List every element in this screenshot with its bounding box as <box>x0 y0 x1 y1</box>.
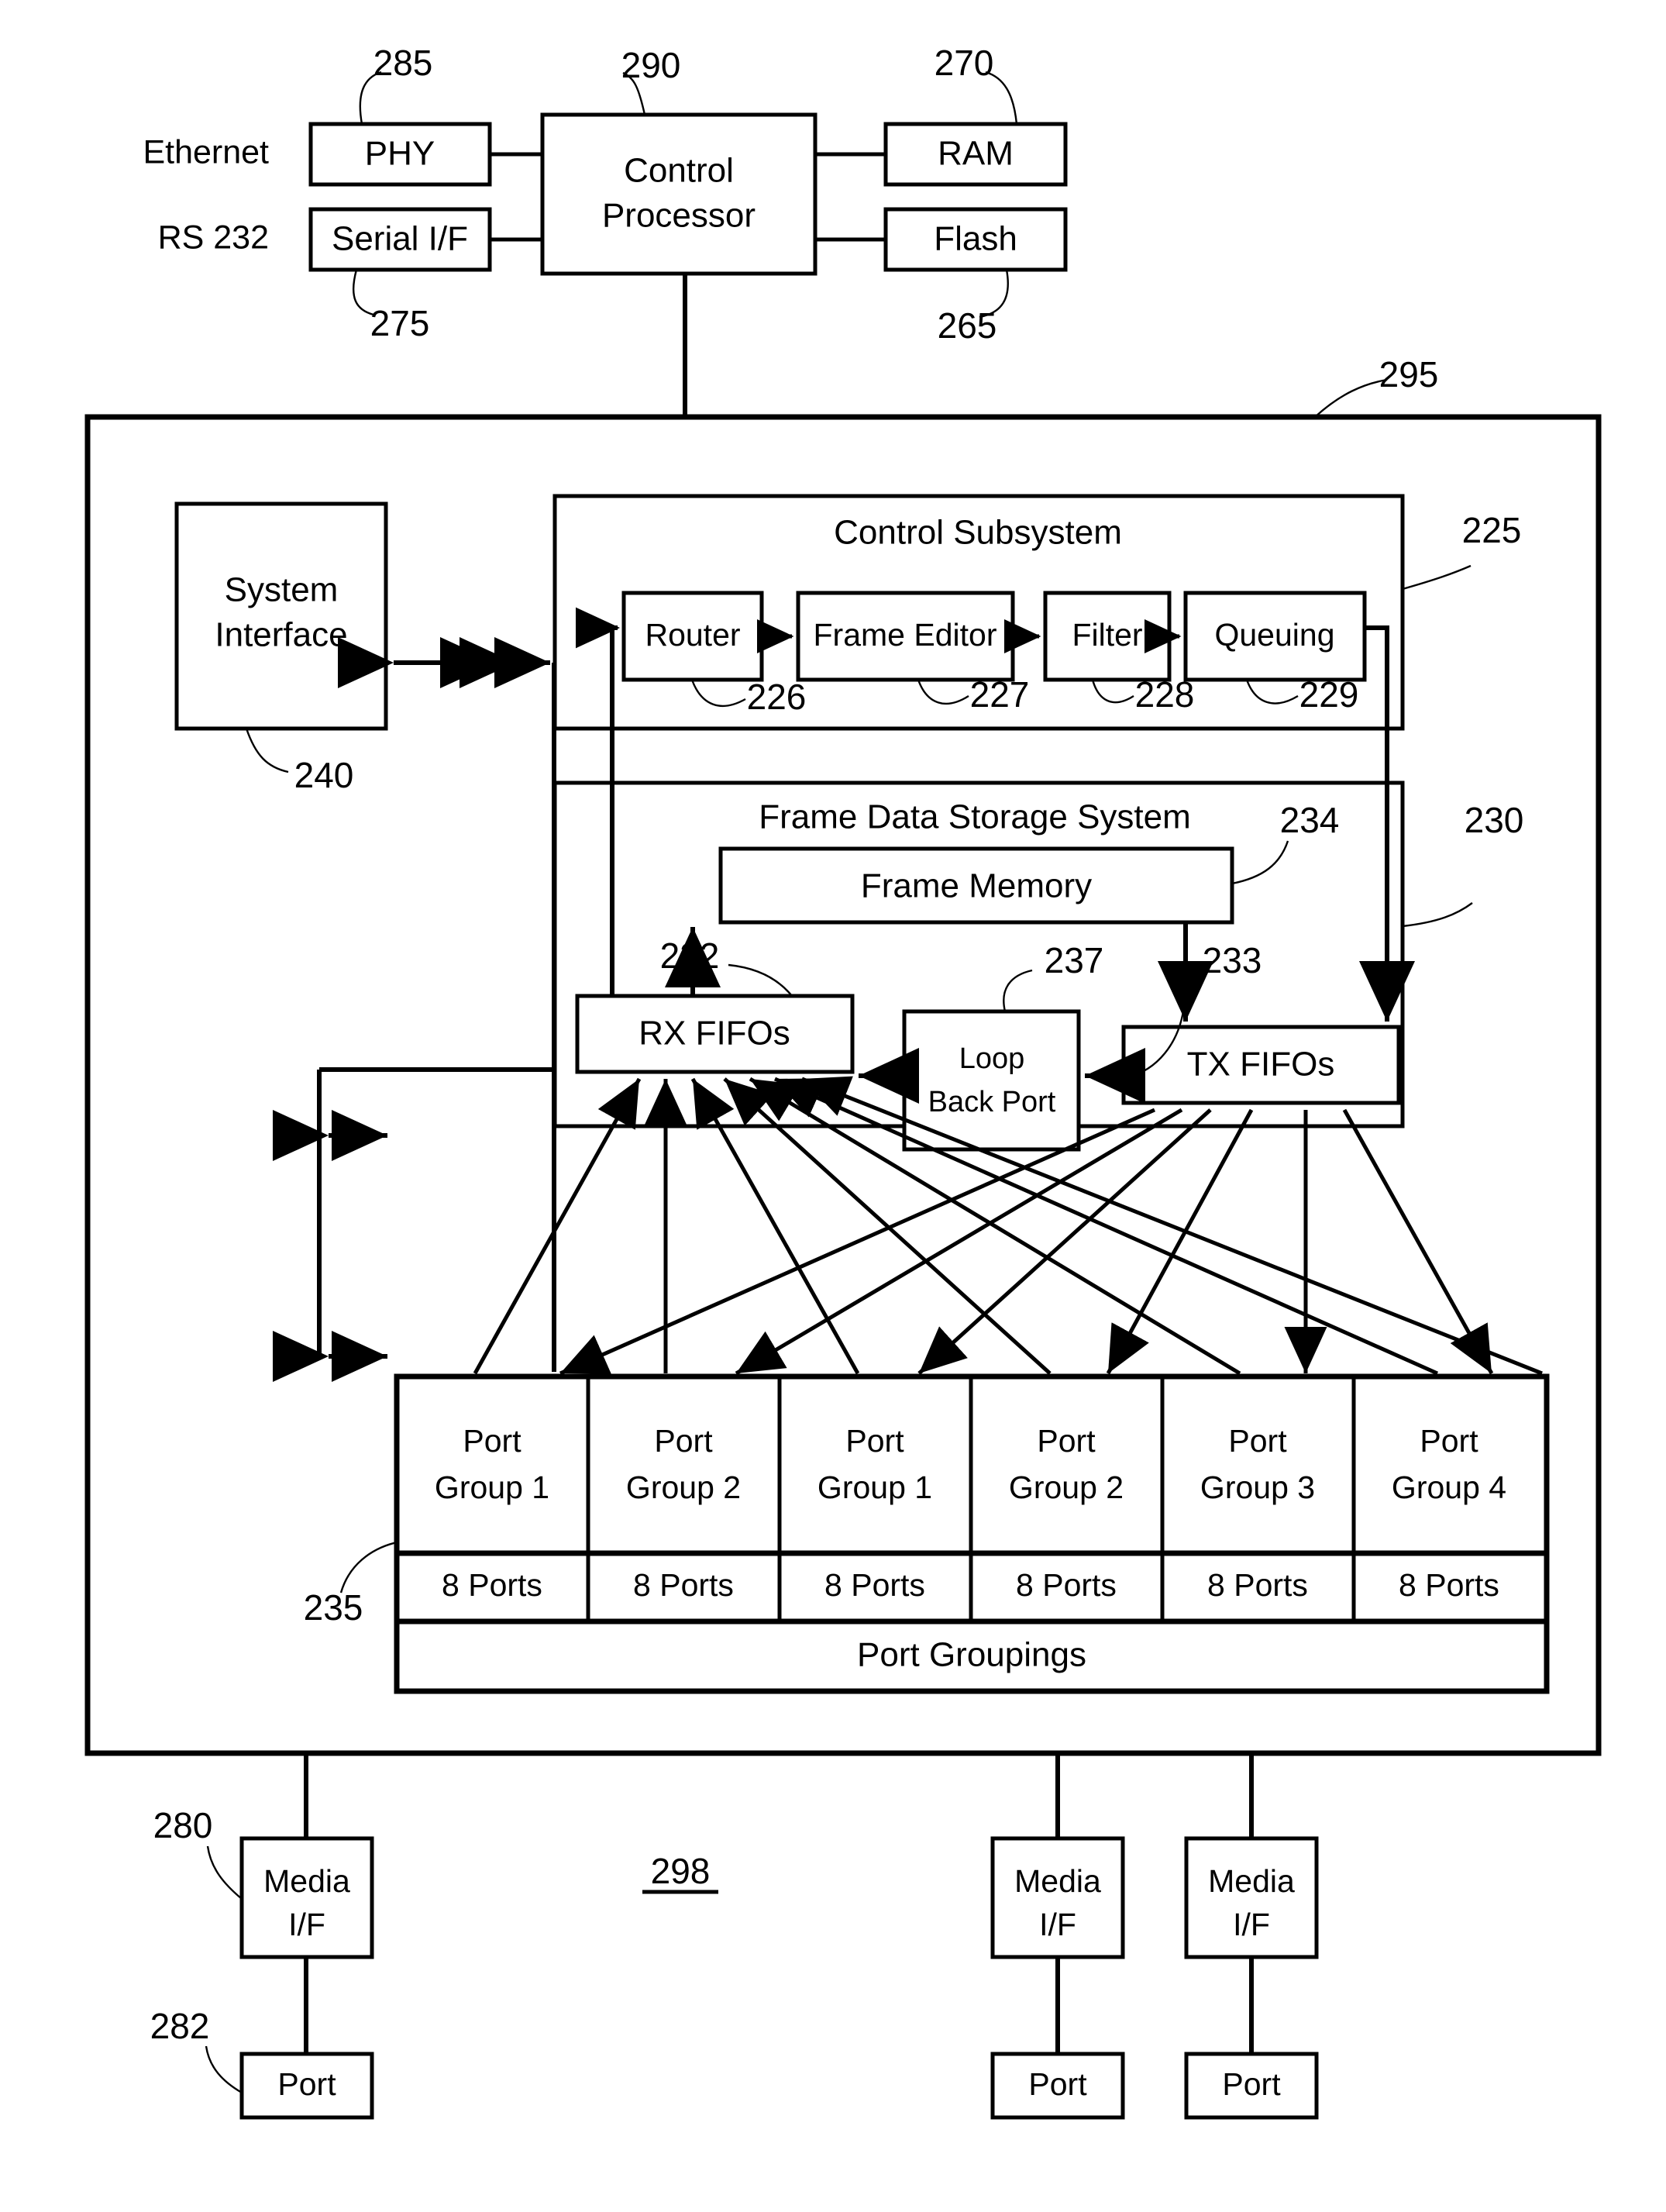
media-if-1-label-line2: I/F <box>288 1907 325 1942</box>
port-group-col-4-name-line1: Port <box>1037 1423 1096 1459</box>
ref-240: 240 <box>294 755 354 795</box>
ref-237: 237 <box>1045 940 1104 980</box>
port-group-col-1-name-line1: Port <box>463 1423 521 1459</box>
port-group-col-1-name-line2: Group 1 <box>435 1469 549 1505</box>
port-group-col-6-ports: 8 Ports <box>1399 1567 1499 1603</box>
ref-233: 233 <box>1203 940 1262 980</box>
port-group-col-3-name-line2: Group 1 <box>818 1469 932 1505</box>
media-if-2-label-line1: Media <box>1014 1863 1101 1899</box>
port-3-label: Port <box>1222 2066 1281 2102</box>
media-if-1-label-line1: Media <box>263 1863 350 1899</box>
ref-285: 285 <box>373 43 433 83</box>
ref-280: 280 <box>153 1805 213 1845</box>
ref-228: 228 <box>1135 674 1195 715</box>
tx-fifos-label: TX FIFOs <box>1187 1046 1335 1084</box>
figure-canvas: Ethernet RS 232 PHY Serial I/F Control P… <box>0 0 1666 2212</box>
ref-270: 270 <box>935 43 994 83</box>
media-if-2-label-line2: I/F <box>1039 1907 1076 1942</box>
router-label: Router <box>645 617 740 653</box>
port-group-col-1-ports: 8 Ports <box>442 1567 542 1603</box>
label-ethernet: Ethernet <box>143 133 269 171</box>
frame-data-storage-title: Frame Data Storage System <box>759 798 1191 836</box>
control-processor-label-line1: Control <box>624 152 734 190</box>
flash-block-label: Flash <box>934 220 1017 258</box>
ref-226: 226 <box>747 677 807 717</box>
ref-235: 235 <box>304 1587 363 1628</box>
port-group-col-5-ports: 8 Ports <box>1207 1567 1308 1603</box>
media-if-3-label-line1: Media <box>1208 1863 1295 1899</box>
block-diagram-svg: Ethernet RS 232 PHY Serial I/F Control P… <box>84 43 1602 2120</box>
ref-225: 225 <box>1462 510 1522 550</box>
port-group-col-3-name-line1: Port <box>845 1423 904 1459</box>
control-processor-label-line2: Processor <box>602 197 756 235</box>
loop-back-port-label-line1: Loop <box>959 1042 1025 1075</box>
port-group-col-4-ports: 8 Ports <box>1016 1567 1117 1603</box>
port-1-label: Port <box>277 2066 336 2102</box>
frame-editor-label: Frame Editor <box>814 617 997 653</box>
ref-227: 227 <box>970 674 1030 715</box>
port-group-col-3-ports: 8 Ports <box>824 1567 925 1603</box>
ram-block-label: RAM <box>938 135 1014 173</box>
ref-234: 234 <box>1280 800 1340 840</box>
port-group-col-6-name-line1: Port <box>1420 1423 1478 1459</box>
port-2-label: Port <box>1028 2066 1087 2102</box>
queuing-label: Queuing <box>1214 617 1334 653</box>
port-group-col-5-name-line1: Port <box>1228 1423 1287 1459</box>
port-group-col-2-name-line2: Group 2 <box>626 1469 741 1505</box>
filter-label: Filter <box>1072 617 1142 653</box>
figure-number-298: 298 <box>651 1851 711 1891</box>
ref-230: 230 <box>1465 800 1524 840</box>
port-group-col-4-name-line2: Group 2 <box>1009 1469 1124 1505</box>
phy-block-label: PHY <box>365 135 435 173</box>
ref-282: 282 <box>150 2006 210 2046</box>
label-rs232: RS 232 <box>158 219 269 256</box>
ref-275: 275 <box>370 303 430 343</box>
ref-290: 290 <box>621 45 681 85</box>
port-group-col-6-name-line2: Group 4 <box>1392 1469 1506 1505</box>
ref-229: 229 <box>1299 674 1359 715</box>
loop-back-port-label-line2: Back Port <box>928 1086 1056 1118</box>
port-group-col-2-name-line1: Port <box>654 1423 713 1459</box>
ref-232: 232 <box>660 935 720 976</box>
ref-265: 265 <box>938 305 997 346</box>
ref-295: 295 <box>1379 354 1439 395</box>
system-interface-label-line1: System <box>225 571 339 609</box>
system-interface-label-line2: Interface <box>215 616 347 654</box>
port-group-col-5-name-line2: Group 3 <box>1200 1469 1315 1505</box>
control-subsystem-title: Control Subsystem <box>834 514 1122 552</box>
serial-if-block-label: Serial I/F <box>332 220 468 258</box>
port-group-col-2-ports: 8 Ports <box>633 1567 734 1603</box>
media-if-3-label-line2: I/F <box>1233 1907 1270 1942</box>
port-groupings-footer-label: Port Groupings <box>857 1636 1086 1674</box>
rx-fifos-label: RX FIFOs <box>639 1015 790 1053</box>
frame-memory-label: Frame Memory <box>861 867 1092 905</box>
